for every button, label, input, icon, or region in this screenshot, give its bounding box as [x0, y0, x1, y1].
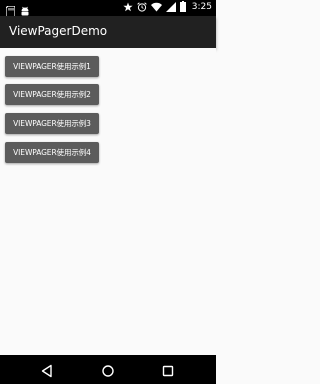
viewpager-example-1-button[interactable]: VIEWPAGER使用示例1: [5, 56, 99, 77]
viewpager-example-2-button[interactable]: VIEWPAGER使用示例2: [5, 84, 99, 105]
clock: 3:25: [191, 1, 212, 12]
viewpager-example-3-button[interactable]: VIEWPAGER使用示例3: [5, 113, 99, 134]
navigation-bar: [0, 355, 216, 384]
content-area: VIEWPAGER使用示例1 VIEWPAGER使用示例2 VIEWPAGER使…: [0, 48, 216, 355]
status-bar: 3:25: [0, 0, 216, 18]
star-icon: [123, 2, 133, 12]
home-icon[interactable]: [101, 363, 115, 377]
signal-icon: [165, 1, 176, 12]
battery-icon: [179, 1, 186, 12]
app-title: ViewPagerDemo: [9, 24, 108, 38]
status-right-icons: 3:25: [123, 1, 212, 12]
alarm-icon: [137, 1, 147, 12]
viewpager-example-4-button[interactable]: VIEWPAGER使用示例4: [5, 142, 99, 163]
app-bar: ViewPagerDemo: [0, 16, 216, 48]
wifi-icon: [150, 2, 162, 12]
recents-icon[interactable]: [161, 363, 175, 377]
back-icon[interactable]: [40, 363, 54, 378]
